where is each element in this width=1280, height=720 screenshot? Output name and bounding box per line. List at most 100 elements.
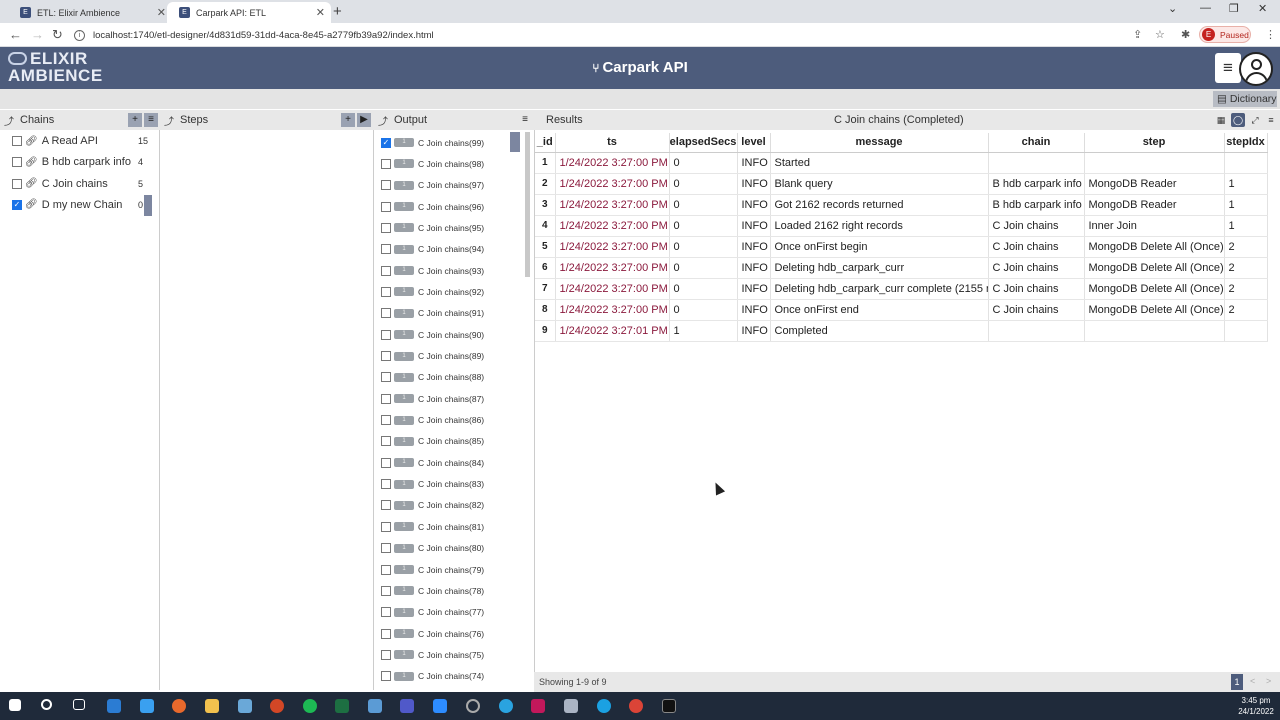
chain-item[interactable]: 🔗︎ B hdb carpark info 4 [12,152,152,172]
store-icon[interactable] [107,699,121,713]
chevron-down-icon[interactable]: ⌄ [1168,2,1177,15]
column-header[interactable]: _id [535,133,556,153]
table-row[interactable]: 9 1/24/2022 3:27:01 PM 1 INFO Completed [535,320,1268,342]
browser-tab-etl[interactable]: E ETL: Elixir Ambience ✕ [8,2,172,23]
output-item[interactable]: 1 C Join chains(75) [381,644,484,665]
output-checkbox[interactable] [381,457,391,468]
grid-view-icon[interactable]: ▦ [1214,113,1228,127]
add-chain-button[interactable]: + [128,113,142,127]
firefox-icon[interactable] [172,699,186,713]
chain-item[interactable]: 🔗︎ A Read API 15 [12,131,152,151]
app-icon[interactable] [531,699,545,713]
new-tab-button[interactable]: + [333,3,342,20]
url-field[interactable]: i localhost:1740/etl-designer/4d831d59-3… [74,26,1174,44]
output-item[interactable]: 1 C Join chains(85) [381,431,484,452]
extensions-puzzle-icon[interactable]: ✱ [1181,28,1190,41]
output-item[interactable]: 1 C Join chains(96) [381,196,484,217]
zoom-icon[interactable] [433,699,447,713]
output-item[interactable]: 1 C Join chains(87) [381,388,484,409]
output-item[interactable]: 1 C Join chains(83) [381,474,484,495]
output-item[interactable]: 1 C Join chains(80) [381,538,484,559]
add-step-button[interactable]: + [341,113,355,127]
output-checkbox[interactable] [381,564,391,575]
output-item[interactable]: 1 C Join chains(95) [381,217,484,238]
hamburger-menu-icon[interactable]: ≡ [1215,53,1241,83]
file-explorer-icon[interactable] [205,699,219,713]
maximize-icon[interactable]: ❐ [1229,2,1239,15]
table-row[interactable]: 5 1/24/2022 3:27:00 PM 0 INFO Once onFirst b… [535,236,1268,258]
powerpoint-icon[interactable] [270,699,284,713]
output-checkbox[interactable] [381,286,391,297]
chrome-icon[interactable] [629,699,643,713]
output-checkbox[interactable] [381,265,391,276]
chain-item[interactable]: 🔗︎ C Join chains 5 [12,174,152,194]
output-item[interactable]: 1 C Join chains(93) [381,260,484,281]
table-row[interactable]: 7 1/24/2022 3:27:00 PM 0 INFO Deleting hdb_c… [535,278,1268,300]
output-checkbox[interactable] [381,671,391,682]
output-checkbox[interactable]: ✓ [381,137,391,148]
output-item[interactable]: ✓ 1 C Join chains(99) [381,132,484,153]
output-checkbox[interactable] [381,479,391,490]
close-icon[interactable]: ✕ [157,6,166,19]
output-checkbox[interactable] [381,436,391,447]
output-checkbox[interactable] [381,222,391,233]
output-checkbox[interactable] [381,415,391,426]
printer-icon[interactable] [564,699,578,713]
column-header[interactable]: level [737,133,771,153]
notes-icon[interactable] [238,699,252,713]
clock-app-icon[interactable] [466,699,480,713]
table-row[interactable]: 8 1/24/2022 3:27:00 PM 0 INFO Once onFirst e… [535,299,1268,321]
calculator-icon[interactable] [368,699,382,713]
run-play-icon[interactable]: ▶ [357,113,371,127]
output-item[interactable]: 1 C Join chains(88) [381,367,484,388]
output-menu-icon[interactable]: ≡ [518,113,532,127]
expand-icon[interactable]: ⤢ [1248,113,1262,127]
spotify-icon[interactable] [303,699,317,713]
output-checkbox[interactable] [381,158,391,169]
bookmark-star-icon[interactable]: ☆ [1155,28,1165,41]
user-avatar-icon[interactable] [1239,52,1273,86]
output-checkbox[interactable] [381,308,391,319]
chain-item[interactable]: ✓ 🔗︎ D my new Chain 0 [12,195,152,215]
next-page-icon[interactable]: > [1266,676,1271,686]
column-header[interactable]: step [1084,133,1225,153]
minimize-icon[interactable]: — [1200,2,1211,14]
output-checkbox[interactable] [381,628,391,639]
output-item[interactable]: 1 C Join chains(81) [381,516,484,537]
task-view-icon[interactable] [73,699,85,710]
table-row[interactable]: 4 1/24/2022 3:27:00 PM 0 INFO Loaded 2162 ri… [535,215,1268,237]
column-header[interactable]: stepIdx [1224,133,1268,153]
output-checkbox[interactable] [381,649,391,660]
output-checkbox[interactable] [381,521,391,532]
teams-icon[interactable] [400,699,414,713]
terminal-icon[interactable] [662,699,676,713]
table-row[interactable]: 2 1/24/2022 3:27:00 PM 0 INFO Blank query B h… [535,173,1268,195]
output-item[interactable]: 1 C Join chains(84) [381,452,484,473]
excel-icon[interactable] [335,699,349,713]
output-item[interactable]: 1 C Join chains(86) [381,410,484,431]
table-row[interactable]: 6 1/24/2022 3:27:00 PM 0 INFO Deleting hdb_c… [535,257,1268,279]
browser-menu-icon[interactable]: ⋮ [1265,28,1276,41]
output-checkbox[interactable] [381,351,391,361]
output-checkbox[interactable] [381,585,391,596]
column-header[interactable]: ts [555,133,670,153]
output-item[interactable]: 1 C Join chains(77) [381,602,484,623]
output-checkbox[interactable] [381,372,391,383]
back-arrow-icon[interactable]: ← [9,27,22,42]
forward-arrow-icon[interactable]: → [31,27,44,42]
system-clock[interactable]: 3:45 pm 24/1/2022 [1236,695,1276,717]
output-item[interactable]: 1 C Join chains(79) [381,559,484,580]
output-item[interactable]: 1 C Join chains(82) [381,495,484,516]
column-header[interactable]: chain [988,133,1085,153]
chain-checkbox[interactable] [12,136,22,146]
browser-tab-carpark[interactable]: E Carpark API: ETL ✕ [167,2,331,23]
search-icon[interactable] [41,699,52,710]
output-item[interactable]: 1 C Join chains(76) [381,623,484,644]
share-icon[interactable]: ⇪ [1133,28,1142,41]
output-checkbox[interactable] [381,543,391,554]
chain-checkbox[interactable] [12,157,22,168]
output-item[interactable]: 1 C Join chains(92) [381,281,484,302]
info-icon[interactable]: i [74,29,85,41]
table-row[interactable]: 1 1/24/2022 3:27:00 PM 0 INFO Started [535,152,1268,174]
output-item[interactable]: 1 C Join chains(94) [381,239,484,260]
